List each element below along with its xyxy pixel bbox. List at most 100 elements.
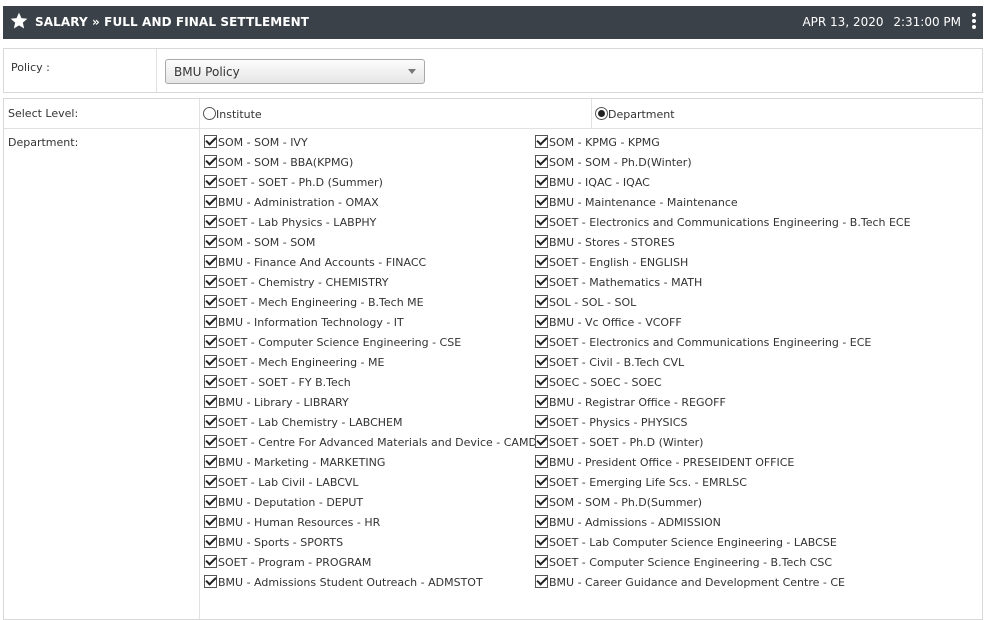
checkbox[interactable] [204,395,217,408]
checkbox[interactable] [535,315,548,328]
department-checkbox-item[interactable]: BMU - Library - LIBRARY [204,395,537,415]
checkbox[interactable] [535,335,548,348]
department-checkbox-item[interactable]: SOM - SOM - Ph.D(Winter) [535,155,911,175]
checkbox[interactable] [535,515,548,528]
checkbox[interactable] [204,435,217,448]
department-checkbox-item[interactable]: SOET - Lab Computer Science Engineering … [535,535,911,555]
department-checkbox-item[interactable]: BMU - President Office - PRESEIDENT OFFI… [535,455,911,475]
department-checkbox-item[interactable]: BMU - Information Technology - IT [204,315,537,335]
checkbox[interactable] [204,575,217,588]
checkbox[interactable] [535,295,548,308]
department-checkbox-item[interactable]: BMU - Finance And Accounts - FINACC [204,255,537,275]
department-checkbox-item[interactable]: BMU - Admissions Student Outreach - ADMS… [204,575,537,595]
department-checkbox-item[interactable]: SOET - Mathematics - MATH [535,275,911,295]
department-checkbox-item[interactable]: BMU - Stores - STORES [535,235,911,255]
department-checkbox-item[interactable]: SOET - Electronics and Communications En… [535,215,911,235]
checkbox[interactable] [204,215,217,228]
department-checkbox-item[interactable]: SOEC - SOEC - SOEC [535,375,911,395]
department-checkbox-item[interactable]: SOET - Program - PROGRAM [204,555,537,575]
department-checkbox-item[interactable]: SOET - Emerging Life Scs. - EMRLSC [535,475,911,495]
checkbox[interactable] [535,215,548,228]
checkbox[interactable] [204,475,217,488]
checkbox[interactable] [535,535,548,548]
checkbox[interactable] [204,415,217,428]
department-checkbox-item[interactable]: SOET - Mech Engineering - B.Tech ME [204,295,537,315]
department-checkbox-item[interactable]: SOM - SOM - IVY [204,135,537,155]
level-label: Select Level: [8,107,79,120]
checkbox[interactable] [535,235,548,248]
checkbox[interactable] [204,495,217,508]
department-checkbox-item[interactable]: BMU - Administration - OMAX [204,195,537,215]
checkbox[interactable] [535,475,548,488]
department-checkbox-item[interactable]: SOM - SOM - Ph.D(Summer) [535,495,911,515]
star-icon[interactable] [9,11,29,31]
checkbox[interactable] [204,235,217,248]
checkbox[interactable] [204,175,217,188]
department-checkbox-item[interactable]: SOET - Computer Science Engineering - CS… [204,335,537,355]
checkbox[interactable] [204,355,217,368]
department-checkbox-item[interactable]: BMU - IQAC - IQAC [535,175,911,195]
checkbox[interactable] [204,135,217,148]
department-checkbox-item[interactable]: SOET - Civil - B.Tech CVL [535,355,911,375]
department-checkbox-item[interactable]: SOET - Chemistry - CHEMISTRY [204,275,537,295]
checkbox[interactable] [204,335,217,348]
checkbox[interactable] [535,455,548,468]
checkbox[interactable] [204,255,217,268]
checkbox[interactable] [535,155,548,168]
department-checkbox-item[interactable]: SOET - Lab Chemistry - LABCHEM [204,415,537,435]
checkbox[interactable] [204,295,217,308]
department-checkbox-item[interactable]: SOL - SOL - SOL [535,295,911,315]
checkbox[interactable] [535,255,548,268]
radio-button[interactable] [203,107,216,120]
radio-department[interactable]: Department [595,107,675,121]
checkbox[interactable] [204,515,217,528]
department-checkbox-item[interactable]: SOET - Centre For Advanced Materials and… [204,435,537,455]
checkbox[interactable] [204,555,217,568]
department-checkbox-item[interactable]: BMU - Maintenance - Maintenance [535,195,911,215]
checkbox[interactable] [535,415,548,428]
department-checkbox-item[interactable]: SOET - Computer Science Engineering - B.… [535,555,911,575]
checkbox[interactable] [535,355,548,368]
checkbox[interactable] [535,575,548,588]
department-checkbox-item[interactable]: SOET - English - ENGLISH [535,255,911,275]
checkbox[interactable] [204,155,217,168]
checkbox[interactable] [535,195,548,208]
checkbox[interactable] [535,175,548,188]
department-checkbox-item[interactable]: SOET - SOET - Ph.D (Winter) [535,435,911,455]
kebab-menu-icon[interactable] [971,13,977,33]
checkbox[interactable] [535,495,548,508]
checkbox[interactable] [535,555,548,568]
department-checkbox-item[interactable]: SOM - SOM - BBA(KPMG) [204,155,537,175]
department-checkbox-item[interactable]: SOET - Electronics and Communications En… [535,335,911,355]
department-checkbox-item[interactable]: SOET - SOET - Ph.D (Summer) [204,175,537,195]
checkbox[interactable] [204,195,217,208]
checkbox[interactable] [204,275,217,288]
department-checkbox-item[interactable]: BMU - Career Guidance and Development Ce… [535,575,911,595]
department-checkbox-item[interactable]: BMU - Human Resources - HR [204,515,537,535]
department-checkbox-item[interactable]: SOM - KPMG - KPMG [535,135,911,155]
department-checkbox-item[interactable]: SOET - Mech Engineering - ME [204,355,537,375]
checkbox[interactable] [535,395,548,408]
policy-select[interactable]: BMU Policy [165,59,425,84]
department-checkbox-item[interactable]: BMU - Vc Office - VCOFF [535,315,911,335]
department-checkbox-item[interactable]: SOET - Lab Physics - LABPHY [204,215,537,235]
department-checkbox-item[interactable]: BMU - Deputation - DEPUT [204,495,537,515]
checkbox[interactable] [535,375,548,388]
department-checkbox-item[interactable]: SOET - SOET - FY B.Tech [204,375,537,395]
department-checkbox-item[interactable]: SOM - SOM - SOM [204,235,537,255]
radio-button[interactable] [595,107,608,120]
department-checkbox-item[interactable]: SOET - Physics - PHYSICS [535,415,911,435]
department-checkbox-item[interactable]: BMU - Admissions - ADMISSION [535,515,911,535]
department-checkbox-item[interactable]: BMU - Marketing - MARKETING [204,455,537,475]
checkbox[interactable] [204,455,217,468]
checkbox[interactable] [204,315,217,328]
department-checkbox-item[interactable]: BMU - Registrar Office - REGOFF [535,395,911,415]
department-checkbox-item[interactable]: SOET - Lab Civil - LABCVL [204,475,537,495]
radio-institute[interactable]: Institute [203,107,262,121]
checkbox[interactable] [204,375,217,388]
checkbox[interactable] [535,435,548,448]
department-checkbox-item[interactable]: BMU - Sports - SPORTS [204,535,537,555]
checkbox[interactable] [204,535,217,548]
checkbox[interactable] [535,275,548,288]
checkbox[interactable] [535,135,548,148]
